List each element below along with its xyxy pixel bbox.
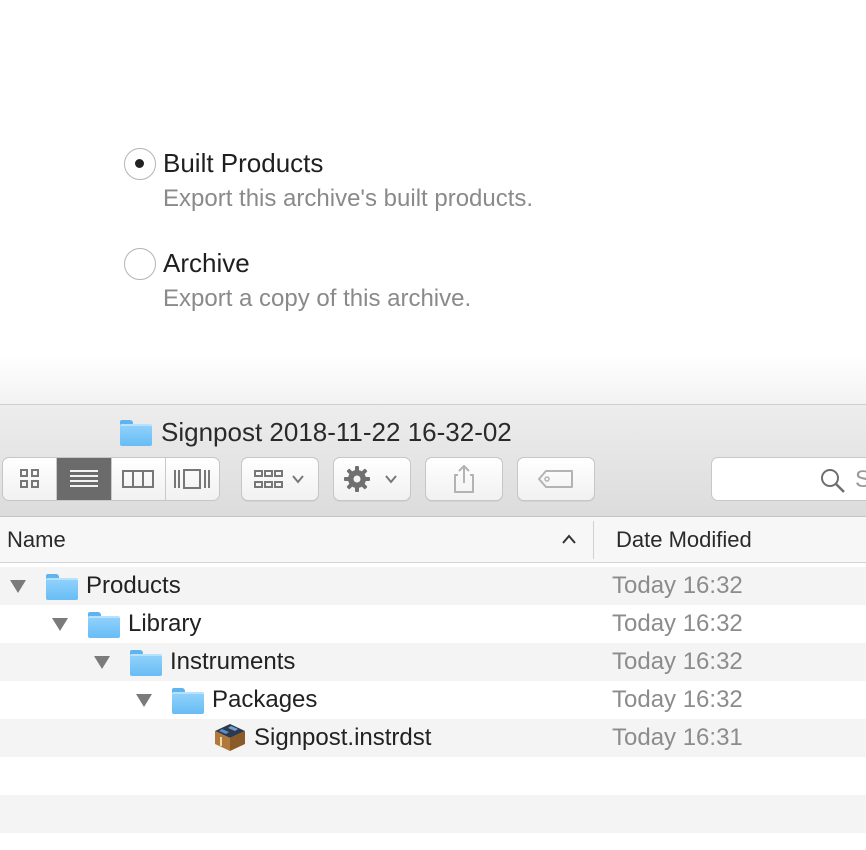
window-titlebar: Signpost 2018-11-22 16-32-02 S [0, 405, 866, 517]
list-row-products[interactable]: Products Today 16:32 [0, 567, 866, 605]
built-products-title: Built Products [163, 148, 324, 178]
row-name: Packages [212, 686, 318, 713]
view-mode-control [2, 457, 220, 501]
empty-row [0, 757, 866, 795]
tag-icon [538, 470, 573, 488]
folder-icon [88, 612, 120, 638]
toolbar: S [0, 457, 866, 503]
folder-icon [46, 574, 78, 600]
group-icon [254, 470, 304, 488]
list-row-packages[interactable]: Packages Today 16:32 [0, 681, 866, 719]
action-button[interactable] [333, 457, 411, 501]
row-date: Today 16:31 [612, 724, 743, 751]
archive-radio[interactable] [124, 248, 156, 280]
folder-icon [172, 688, 204, 714]
file-list: Products Today 16:32 Library Today 16:32… [0, 567, 866, 833]
share-button[interactable] [425, 457, 503, 501]
row-name: Library [128, 610, 202, 637]
row-date: Today 16:32 [612, 648, 743, 675]
gallery-view-button[interactable] [166, 458, 219, 500]
list-row-signpost-instrdst[interactable]: Signpost.instrdst Today 16:31 [0, 719, 866, 757]
search-placeholder: S [855, 466, 866, 493]
list-header: Name Date Modified [0, 517, 866, 563]
search-field[interactable]: S [711, 457, 866, 501]
built-products-description: Export this archive's built products. [163, 185, 534, 212]
row-name: Products [86, 572, 181, 599]
column-view-button[interactable] [112, 458, 166, 500]
sort-ascending-icon[interactable] [561, 534, 577, 544]
disclosure-triangle-icon[interactable] [52, 618, 68, 631]
list-row-instruments[interactable]: Instruments Today 16:32 [0, 643, 866, 681]
column-header-date-modified[interactable]: Date Modified [616, 527, 752, 553]
empty-row [0, 795, 866, 833]
row-date: Today 16:32 [612, 610, 743, 637]
list-view-button[interactable] [57, 458, 112, 500]
finder-window: Signpost 2018-11-22 16-32-02 S Name Date… [0, 404, 866, 850]
archive-description: Export a copy of this archive. [163, 285, 472, 312]
folder-icon [130, 650, 162, 676]
search-icon [821, 469, 845, 493]
built-products-radio[interactable] [124, 148, 156, 180]
panel-fade [0, 355, 866, 405]
group-button[interactable] [241, 457, 319, 501]
window-title: Signpost 2018-11-22 16-32-02 [120, 415, 512, 449]
gear-icon [344, 466, 397, 492]
icon-view-button[interactable] [3, 458, 58, 500]
share-icon [454, 464, 474, 493]
row-date: Today 16:32 [612, 686, 743, 713]
tag-button[interactable] [517, 457, 595, 501]
row-date: Today 16:32 [612, 572, 743, 599]
column-divider[interactable] [593, 521, 594, 559]
row-name: Signpost.instrdst [254, 724, 432, 751]
package-icon [215, 724, 245, 751]
disclosure-triangle-icon[interactable] [10, 580, 26, 593]
list-icon [69, 470, 98, 487]
grid-icon [19, 469, 39, 488]
export-options-panel: Built Products Export this archive's bui… [0, 0, 866, 370]
column-header-name[interactable]: Name [7, 527, 66, 553]
disclosure-triangle-icon[interactable] [94, 656, 110, 669]
archive-title: Archive [163, 248, 250, 278]
disclosure-triangle-icon[interactable] [136, 694, 152, 707]
row-name: Instruments [170, 648, 296, 675]
columns-icon [122, 470, 155, 488]
gallery-icon [174, 469, 211, 489]
window-title-text: Signpost 2018-11-22 16-32-02 [161, 416, 512, 447]
folder-icon [120, 420, 152, 446]
list-row-library[interactable]: Library Today 16:32 [0, 605, 866, 643]
